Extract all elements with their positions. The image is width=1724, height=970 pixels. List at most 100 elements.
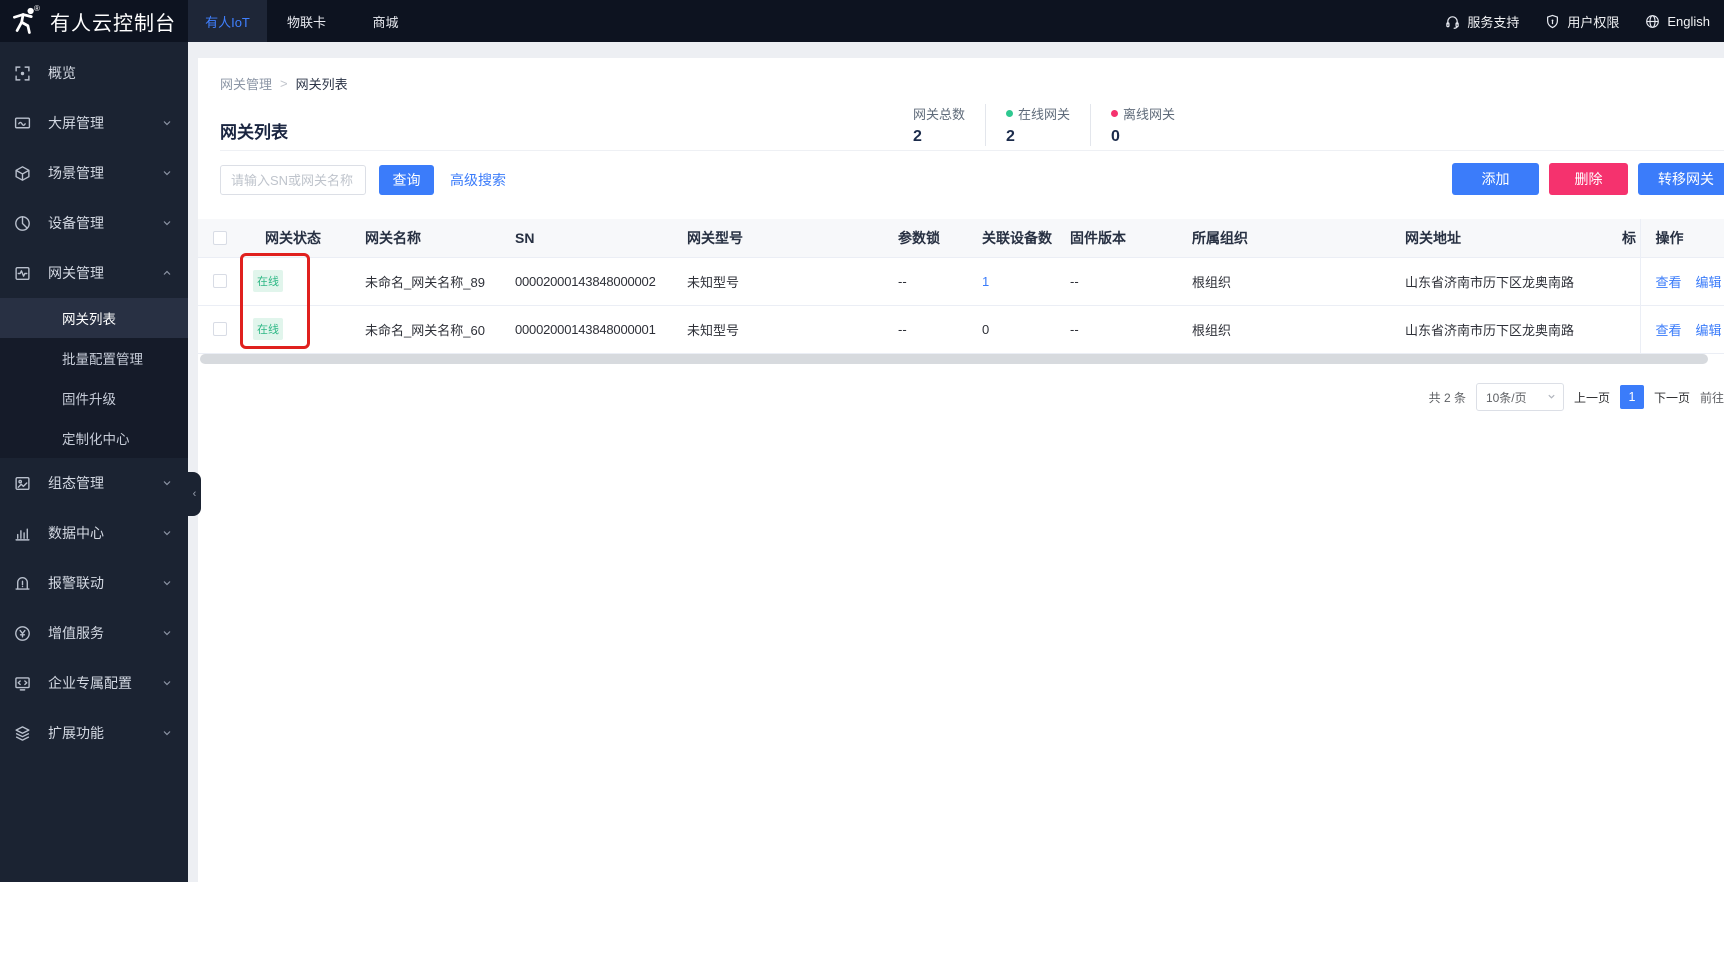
- cell-gateway-name: 未命名_网关名称_89: [350, 257, 500, 306]
- scene-cube-icon: [14, 165, 31, 182]
- sidebar-item-batch-config[interactable]: 批量配置管理: [0, 338, 188, 378]
- horizontal-scrollbar[interactable]: [200, 354, 1708, 364]
- device-pie-icon: [14, 215, 31, 232]
- service-support-link[interactable]: 服务支持: [1445, 12, 1519, 31]
- sidebar-item-enterprise-config[interactable]: 企业专属配置: [0, 658, 188, 708]
- chevron-down-icon: [162, 578, 172, 588]
- sidebar-item-value-added-services[interactable]: 增值服务: [0, 608, 188, 658]
- view-link[interactable]: 查看: [1656, 320, 1682, 339]
- registered-mark: ®: [34, 4, 40, 13]
- stat-total-value: 2: [913, 128, 922, 145]
- page-size-select[interactable]: 10条/页: [1475, 383, 1564, 411]
- breadcrumb-current: 网关列表: [295, 77, 348, 92]
- cell-tag: [1607, 257, 1640, 306]
- cell-param-lock: --: [883, 257, 967, 306]
- chevron-down-icon: [1547, 390, 1556, 404]
- edit-link[interactable]: 编辑: [1696, 320, 1722, 339]
- query-button[interactable]: 查询: [379, 165, 434, 195]
- prev-page-button[interactable]: 上一页: [1574, 389, 1610, 406]
- header-linked-devices: 关联设备数: [967, 219, 1055, 258]
- select-all-checkbox[interactable]: [213, 230, 227, 245]
- language-switch-link[interactable]: English: [1645, 14, 1710, 29]
- sidebar-item-data-center[interactable]: 数据中心: [0, 508, 188, 558]
- search-input[interactable]: [220, 165, 366, 195]
- sidebar-collapse-handle[interactable]: ‹: [188, 472, 201, 516]
- stat-online-gateways: 在线网关 2: [985, 104, 1090, 146]
- sidebar-item-alarm-linkage[interactable]: 报警联动: [0, 558, 188, 608]
- gateway-list-panel: 网关管理 > 网关列表 网关列表 网关总数 2 在线网关 2 离线网关 0 请输…: [198, 58, 1724, 882]
- tab-iot-card[interactable]: 物联卡: [267, 0, 346, 42]
- transfer-gateway-button[interactable]: 转移网关: [1638, 163, 1724, 195]
- sidebar-item-screen-management[interactable]: 大屏管理: [0, 98, 188, 148]
- picture-icon: [14, 475, 31, 492]
- sidebar-item-scene-management[interactable]: 场景管理: [0, 148, 188, 198]
- header-firmware: 固件版本: [1055, 219, 1177, 258]
- view-link[interactable]: 查看: [1656, 272, 1682, 291]
- header-param-lock: 参数锁: [883, 219, 967, 258]
- chevron-up-icon: [162, 268, 172, 278]
- topbar: ® 有人云控制台 有人IoT 物联卡 商城 服务支持 用户权限 English: [0, 0, 1724, 42]
- status-badge-online: 在线: [253, 318, 283, 340]
- user-permission-link[interactable]: 用户权限: [1545, 12, 1619, 31]
- overview-icon: [14, 65, 31, 82]
- sidebar-item-overview[interactable]: 概览: [0, 48, 188, 98]
- breadcrumb-parent[interactable]: 网关管理: [220, 74, 272, 93]
- linked-devices-count-link[interactable]: 1: [982, 274, 989, 289]
- table-header-row: 网关状态 网关名称 SN 网关型号 参数锁 关联设备数 固件版本 所属组织 网关…: [198, 219, 1724, 258]
- header-name: 网关名称: [350, 219, 500, 258]
- breadcrumb-separator: >: [280, 76, 288, 91]
- next-page-button[interactable]: 下一页: [1654, 389, 1690, 406]
- sidebar-item-device-management[interactable]: 设备管理: [0, 198, 188, 248]
- status-badge-online: 在线: [253, 270, 283, 292]
- sidebar-item-firmware-upgrade[interactable]: 固件升级: [0, 378, 188, 418]
- app-window: ® 有人云控制台 有人IoT 物联卡 商城 服务支持 用户权限 English …: [0, 0, 1724, 970]
- cell-sn: 00002000143848000002: [500, 257, 672, 306]
- stat-offline-gateways: 离线网关 0: [1090, 104, 1195, 146]
- header-actions: 操作: [1639, 219, 1724, 258]
- cell-model: 未知型号: [672, 257, 883, 306]
- brand-title: 有人云控制台: [50, 12, 176, 35]
- breadcrumb: 网关管理 > 网关列表: [220, 74, 348, 93]
- header-org: 所属组织: [1177, 219, 1390, 258]
- header-tag-truncated: 标: [1607, 219, 1640, 258]
- cell-gateway-name: 未命名_网关名称_60: [350, 305, 500, 354]
- page-number-1[interactable]: 1: [1619, 385, 1644, 409]
- row-checkbox[interactable]: [213, 322, 227, 336]
- header-address: 网关地址: [1390, 219, 1607, 258]
- advanced-search-link[interactable]: 高级搜索: [450, 165, 506, 195]
- offline-dot: [1111, 110, 1119, 117]
- alarm-icon: [14, 575, 31, 592]
- toolbar-actions: 添加 删除 转移网关: [1452, 163, 1724, 195]
- sidebar-item-gateway-list[interactable]: 网关列表: [0, 298, 188, 338]
- edit-link[interactable]: 编辑: [1696, 272, 1722, 291]
- header-model: 网关型号: [672, 219, 883, 258]
- main-content: 网关管理 > 网关列表 网关列表 网关总数 2 在线网关 2 离线网关 0 请输…: [188, 42, 1724, 882]
- tab-mall[interactable]: 商城: [346, 0, 425, 42]
- goto-page-label: 前往: [1699, 390, 1724, 405]
- sidebar-item-configuration-management[interactable]: 组态管理: [0, 458, 188, 508]
- cell-firmware: --: [1055, 305, 1177, 354]
- cell-sn: 00002000143848000001: [500, 305, 672, 354]
- chevron-down-icon: [162, 168, 172, 178]
- stat-offline-value: 0: [1111, 128, 1120, 145]
- sidebar-item-gateway-management[interactable]: 网关管理: [0, 248, 188, 298]
- brand-logo: ® 有人云控制台: [0, 0, 188, 42]
- tab-youren-iot[interactable]: 有人IoT: [188, 0, 267, 42]
- section-divider: [220, 150, 1724, 151]
- sidebar-item-customization-center[interactable]: 定制化中心: [0, 418, 188, 458]
- sidebar-item-extended-functions[interactable]: 扩展功能: [0, 708, 188, 758]
- gateway-stats: 网关总数 2 在线网关 2 离线网关 0: [913, 104, 1195, 146]
- table-row: 在线 未命名_网关名称_60 00002000143848000001 未知型号…: [198, 305, 1724, 354]
- cell-param-lock: --: [883, 305, 967, 354]
- delete-button[interactable]: 删除: [1549, 163, 1628, 195]
- layers-icon: [14, 725, 31, 742]
- row-checkbox[interactable]: [213, 274, 227, 288]
- code-monitor-icon: [14, 675, 31, 692]
- stat-online-value: 2: [1006, 128, 1015, 145]
- yuan-circle-icon: [14, 625, 31, 642]
- cell-linked-devices: 0: [967, 305, 1055, 354]
- chevron-down-icon: [162, 728, 172, 738]
- headset-icon: [1446, 15, 1460, 29]
- gateway-submenu: 网关列表 批量配置管理 固件升级 定制化中心: [0, 298, 188, 458]
- add-button[interactable]: 添加: [1452, 163, 1539, 195]
